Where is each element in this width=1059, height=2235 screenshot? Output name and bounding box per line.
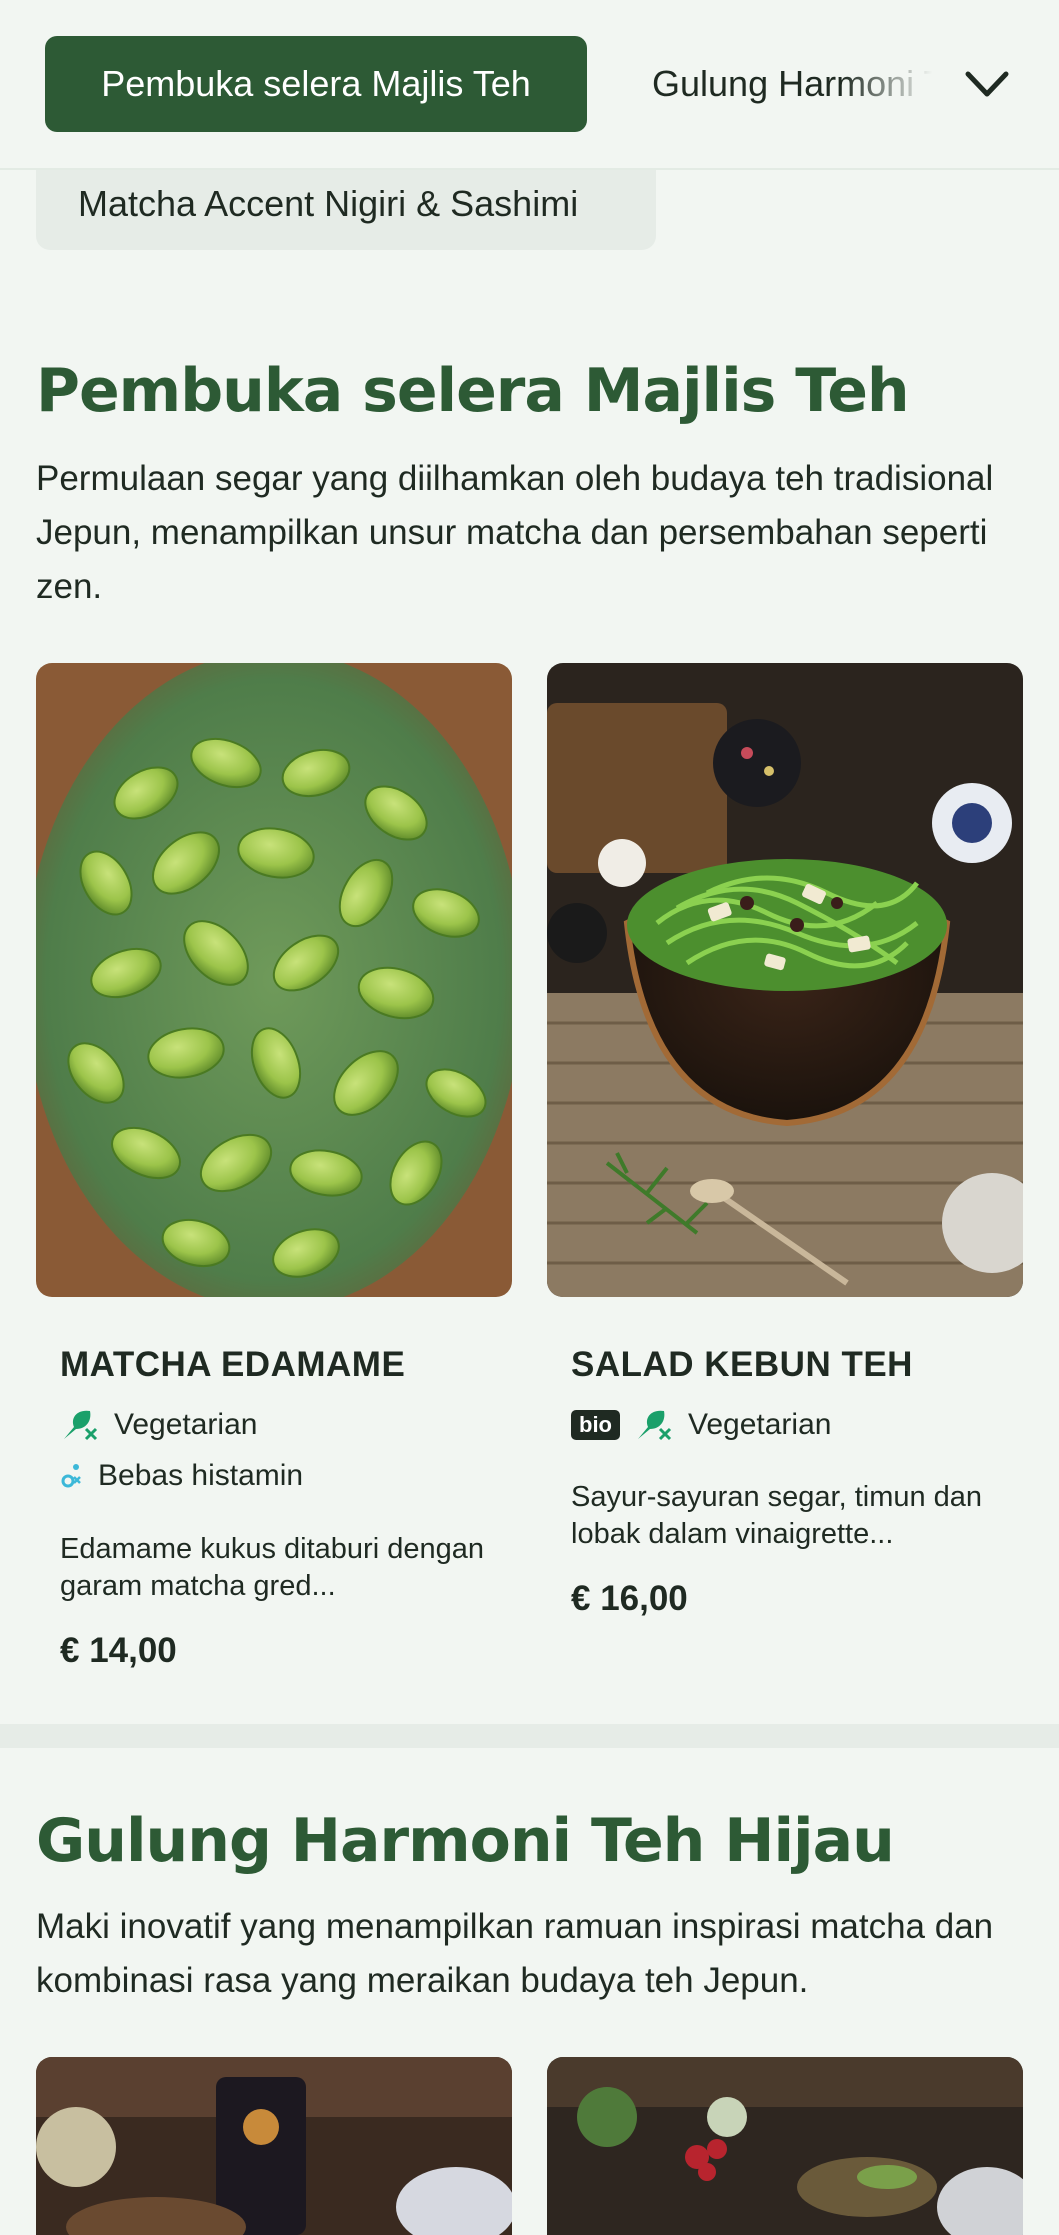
dietary-tag: Bebas histamin (60, 1459, 303, 1493)
histamine-free-icon (61, 1464, 81, 1488)
tag-label: Vegetarian (114, 1408, 258, 1441)
item-name: MATCHA EDAMAME (60, 1345, 406, 1384)
menu-item-card[interactable] (547, 2057, 1023, 2235)
section-description: Permulaan segar yang diilhamkan oleh bud… (36, 459, 994, 606)
chevron-down-icon[interactable] (960, 58, 1014, 112)
category-nav: Pembuka selera Majlis Teh Gulung Harmoni… (0, 0, 1059, 170)
category-tab-next[interactable]: Gulung Harmoni Teh Hijau (632, 36, 932, 132)
maki-image (36, 2057, 512, 2235)
tag-label: Vegetarian (688, 1408, 832, 1441)
item-description: Sayur-sayuran segar, timun dan lobak dal… (571, 1481, 983, 1550)
section-title: Pembuka selera Majlis Teh (36, 356, 910, 426)
vegetarian-icon (638, 1410, 672, 1441)
menu-item-card[interactable]: MATCHA EDAMAME Vegetarian Bebas histamin… (36, 663, 512, 1693)
section-title: Gulung Harmoni Teh Hijau (36, 1806, 895, 1876)
section-description: Maki inovatif yang menampilkan ramuan in… (36, 1907, 994, 2000)
maki-image (547, 2057, 1023, 2235)
tag-label: Bebas histamin (98, 1459, 304, 1492)
menu-item-card[interactable] (36, 2057, 512, 2235)
vegetarian-icon (64, 1410, 98, 1441)
item-description: Edamame kukus ditaburi dengan garam matc… (60, 1533, 484, 1602)
menu-item-card[interactable]: SALAD KEBUN TEH bio Vegetarian Sayur-say… (547, 663, 1023, 1643)
section-divider (0, 1724, 1059, 1748)
salad-image (547, 663, 1023, 1297)
edamame-image (36, 663, 512, 1297)
bio-badge: bio (571, 1410, 620, 1440)
dietary-tag: Vegetarian (60, 1407, 257, 1443)
dietary-tag: bio Vegetarian (571, 1407, 831, 1443)
item-name: SALAD KEBUN TEH (571, 1345, 913, 1384)
category-tab-active[interactable]: Pembuka selera Majlis Teh (45, 36, 587, 132)
item-price: € 16,00 (571, 1579, 688, 1618)
item-price: € 14,00 (60, 1631, 177, 1670)
